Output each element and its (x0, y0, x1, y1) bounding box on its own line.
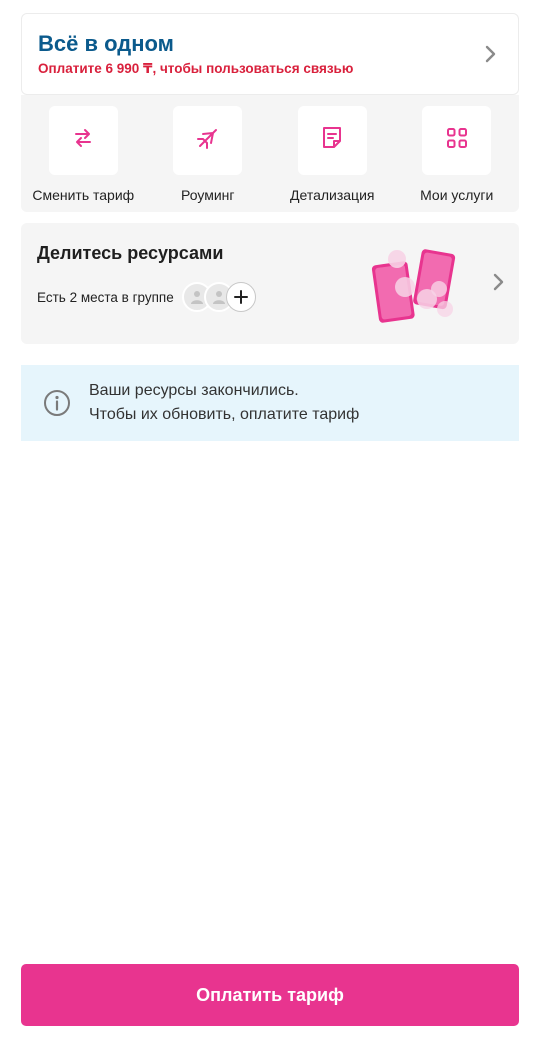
share-resources-card[interactable]: Делитесь ресурсами Есть 2 места в группе (21, 223, 519, 344)
info-banner: Ваши ресурсы закончились. Чтобы их обнов… (21, 365, 519, 441)
action-icon-box (297, 106, 367, 175)
tariff-text: Всё в одном Оплатите 6 990 ₸, чтобы поль… (38, 31, 480, 77)
action-icon-box (48, 106, 118, 175)
group-avatars (181, 282, 256, 312)
action-icon-box (173, 106, 243, 175)
chevron-right-icon (493, 273, 505, 296)
action-label: Роуминг (181, 187, 235, 203)
action-change-tariff[interactable]: Сменить тариф (23, 106, 143, 212)
action-my-services[interactable]: Мои услуги (397, 106, 517, 212)
swap-arrows-icon (72, 127, 94, 154)
tariff-title: Всё в одном (38, 31, 174, 56)
action-roaming[interactable]: Роуминг (148, 106, 268, 212)
quick-actions: Сменить тариф Роуминг Детализация Мои ус… (21, 95, 519, 212)
share-subtitle: Есть 2 места в группе (37, 289, 174, 305)
action-label: Сменить тариф (32, 187, 135, 203)
action-details[interactable]: Детализация (272, 106, 392, 212)
phones-illustration-icon (371, 245, 481, 325)
info-text: Ваши ресурсы закончились. Чтобы их обнов… (89, 379, 359, 427)
add-member-icon[interactable] (225, 282, 256, 312)
page: Всё в одном Оплатите 6 990 ₸, чтобы поль… (0, 0, 540, 1042)
document-icon (321, 126, 343, 155)
grid-icon (446, 127, 468, 154)
action-label: Детализация (290, 187, 375, 203)
airplane-icon (195, 125, 221, 156)
info-icon (43, 389, 71, 417)
tariff-card[interactable]: Всё в одном Оплатите 6 990 ₸, чтобы поль… (21, 13, 519, 95)
chevron-right-icon (480, 43, 502, 65)
tariff-payment-warning: Оплатите 6 990 ₸, чтобы пользоваться свя… (38, 61, 354, 76)
action-label: Мои услуги (420, 187, 494, 203)
info-line: Чтобы их обновить, оплатите тариф (89, 406, 360, 423)
info-line: Ваши ресурсы закончились. (89, 382, 299, 399)
action-icon-box (422, 106, 492, 175)
pay-tariff-button[interactable]: Оплатить тариф (21, 964, 519, 1026)
